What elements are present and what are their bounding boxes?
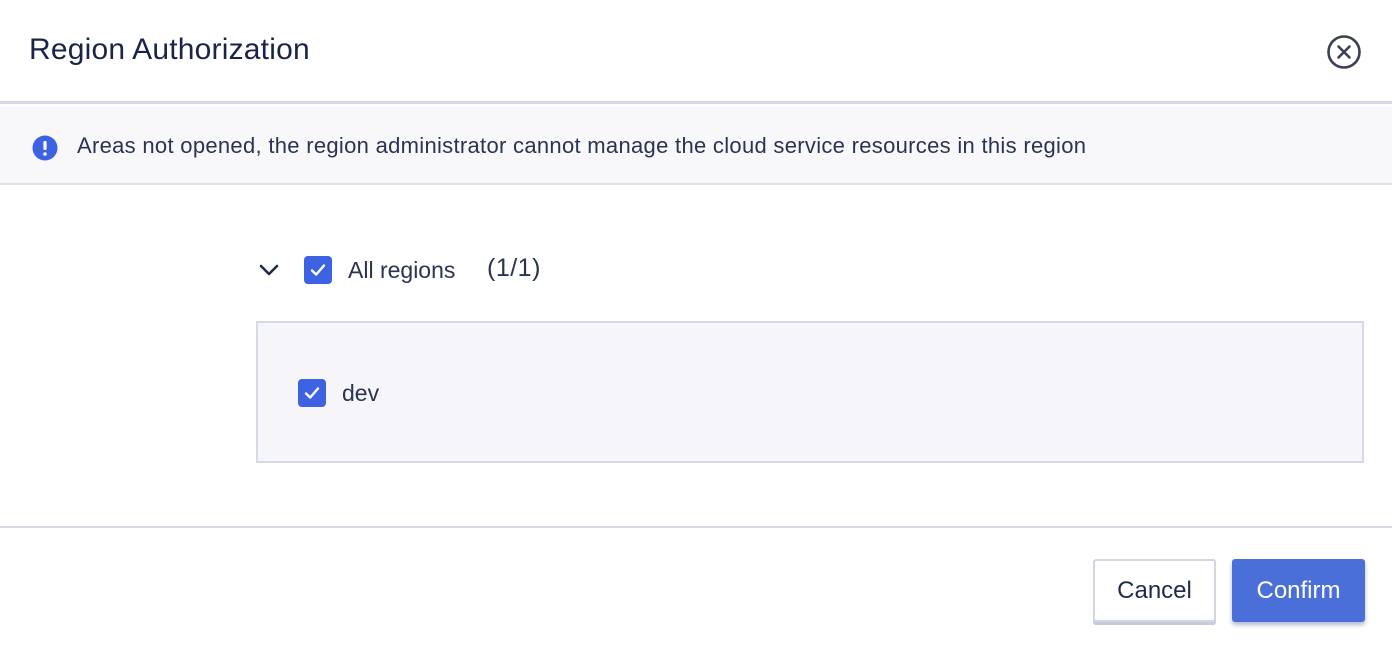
confirm-button[interactable]: Confirm xyxy=(1232,559,1365,622)
close-icon[interactable] xyxy=(1326,34,1362,70)
region-label-dev[interactable]: dev xyxy=(342,380,379,407)
chevron-down-icon[interactable] xyxy=(258,260,280,280)
dialog-header: Region Authorization xyxy=(0,0,1392,104)
all-regions-label[interactable]: All regions xyxy=(348,257,455,284)
region-count: (1/1) xyxy=(487,254,541,282)
checkmark-icon xyxy=(304,387,320,399)
region-checkbox-dev[interactable] xyxy=(298,379,326,407)
footer-divider xyxy=(0,526,1392,528)
cancel-button[interactable]: Cancel xyxy=(1093,559,1216,622)
notice-text: Areas not opened, the region administrat… xyxy=(77,133,1087,158)
checkmark-icon xyxy=(310,264,326,276)
dialog-title: Region Authorization xyxy=(29,33,310,66)
all-regions-checkbox[interactable] xyxy=(304,256,332,284)
region-list xyxy=(256,321,1364,463)
info-icon xyxy=(32,135,58,161)
notice-banner: Areas not opened, the region administrat… xyxy=(0,107,1392,185)
